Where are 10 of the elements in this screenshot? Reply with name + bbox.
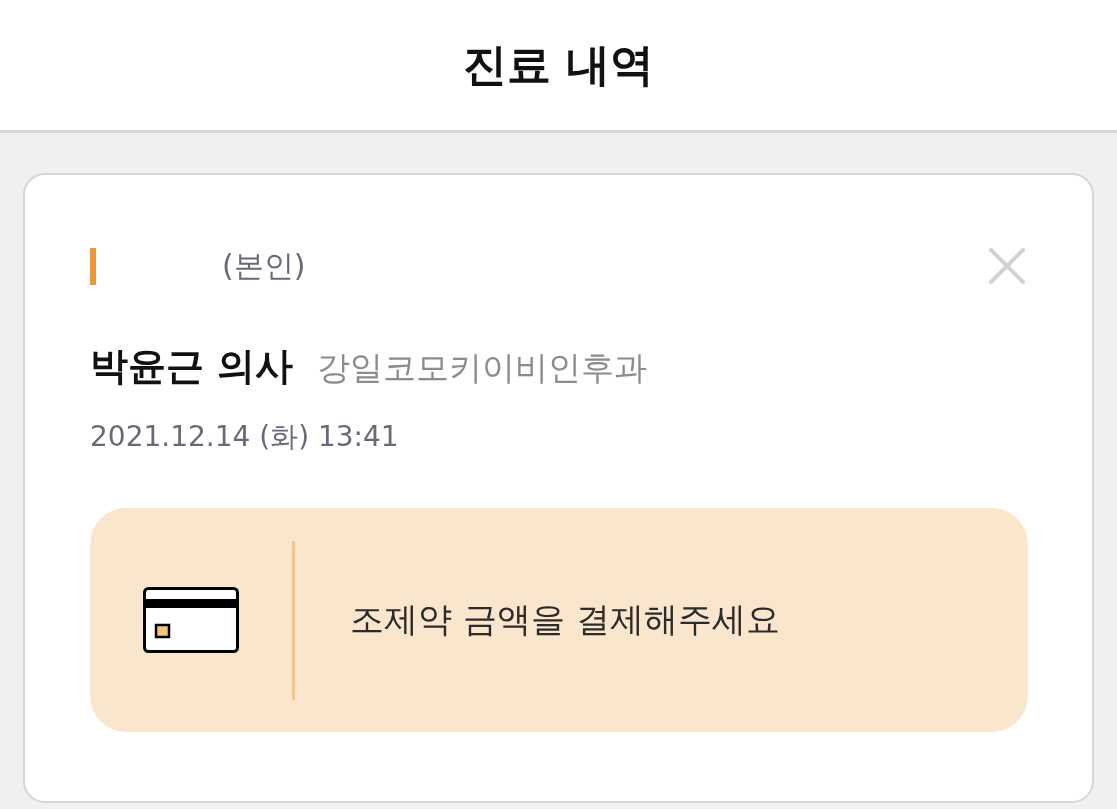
clinic-name: 강일코모키이비인후과 <box>317 347 648 389</box>
accent-bar-icon <box>90 247 96 285</box>
close-icon <box>989 248 1025 284</box>
relation-label: (본인) <box>222 246 306 285</box>
visit-datetime: 2021.12.14 (화) 13:41 <box>90 419 399 455</box>
page-title: 진료 내역 <box>462 37 655 92</box>
doctor-name: 박윤근 의사 <box>90 343 294 390</box>
close-button[interactable] <box>989 248 1025 284</box>
payment-button[interactable]: 조제약 금액을 결제해주세요 <box>90 508 1028 732</box>
credit-card-icon <box>143 587 239 653</box>
